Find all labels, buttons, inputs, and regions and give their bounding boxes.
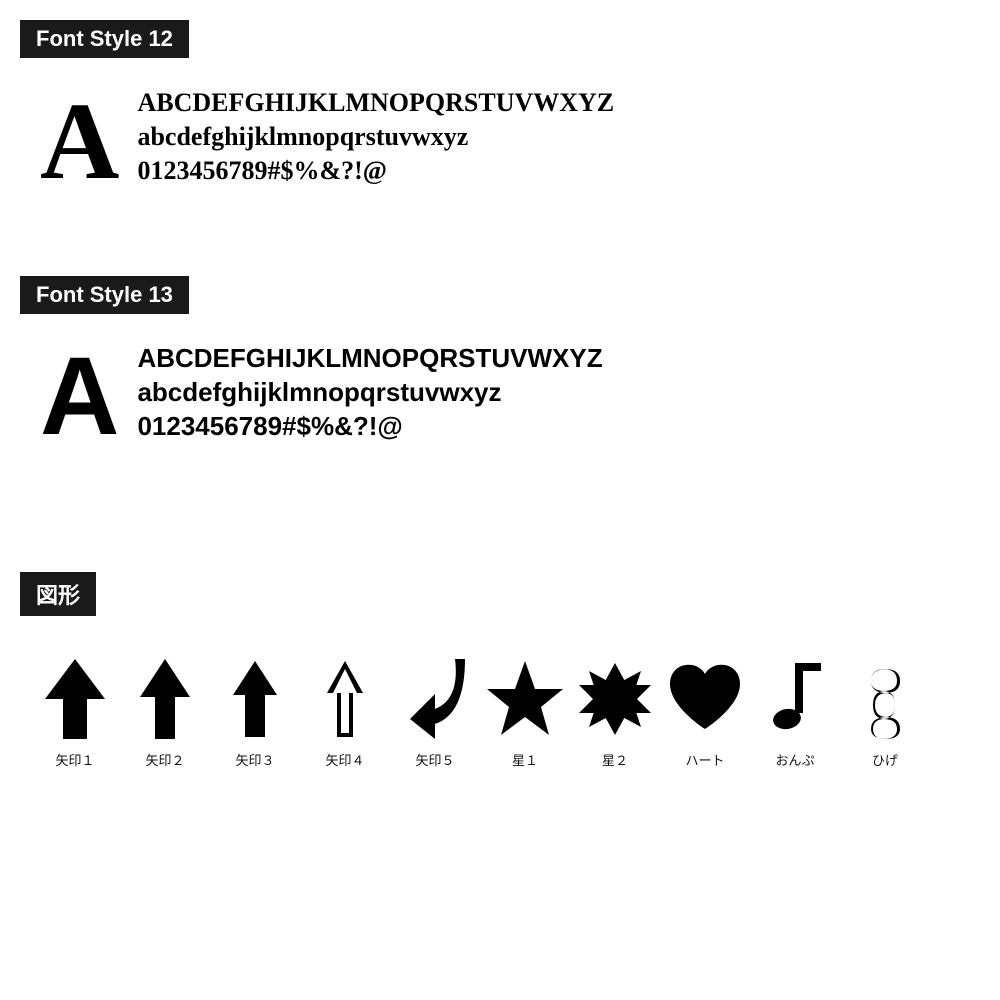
font-style-13-line-1: ABCDEFGHIJKLMNOPQRSTUVWXYZ <box>137 342 602 376</box>
shapes-grid: 矢印１ 矢印２ 矢 <box>20 634 980 779</box>
font-style-13-chars: ABCDEFGHIJKLMNOPQRSTUVWXYZ abcdefghijklm… <box>137 342 602 443</box>
font-style-13-section: Font Style 13 A ABCDEFGHIJKLMNOPQRSTUVWX… <box>20 276 980 472</box>
font-style-13-line-2: abcdefghijklmnopqrstuvwxyz <box>137 376 602 410</box>
hige-label: ひげ <box>872 750 898 769</box>
shape-yajirushi1: 矢印１ <box>30 654 120 769</box>
shape-yajirushi3: 矢印３ <box>210 654 300 769</box>
shapes-section: 図形 矢印１ 矢印２ <box>20 572 980 779</box>
font-style-12-line-1: ABCDEFGHIJKLMNOPQRSTUVWXYZ <box>137 86 614 120</box>
font-style-12-big-a: A <box>40 86 119 196</box>
font-style-12-line-2: abcdefghijklmnopqrstuvwxyz <box>137 120 614 154</box>
hige-icon <box>865 654 905 744</box>
font-style-12-line-3: 0123456789#$%&?!@ <box>137 154 614 188</box>
yajirushi5-label: 矢印５ <box>415 750 454 769</box>
yajirushi4-icon <box>327 654 363 744</box>
onpu-label: おんぷ <box>775 750 814 769</box>
hoshi1-icon <box>485 654 565 744</box>
page: Font Style 12 A ABCDEFGHIJKLMNOPQRSTUVWX… <box>0 0 1000 799</box>
yajirushi1-label: 矢印１ <box>55 750 94 769</box>
shape-hoshi2: 星２ <box>570 654 660 769</box>
shape-yajirushi2: 矢印２ <box>120 654 210 769</box>
yajirushi1-icon <box>45 654 105 744</box>
yajirushi4-label: 矢印４ <box>325 750 364 769</box>
font-style-13-demo: A ABCDEFGHIJKLMNOPQRSTUVWXYZ abcdefghijk… <box>20 332 980 472</box>
shape-haato: ハート <box>660 654 750 769</box>
font-style-12-label: Font Style 12 <box>20 20 189 58</box>
hoshi2-icon <box>575 654 655 744</box>
yajirushi5-icon <box>405 654 465 744</box>
font-style-13-big-a: A <box>40 342 119 452</box>
yajirushi2-label: 矢印２ <box>145 750 184 769</box>
hoshi2-label: 星２ <box>602 750 628 769</box>
shape-hige: ひげ <box>840 654 930 769</box>
hoshi1-label: 星１ <box>512 750 538 769</box>
shapes-label: 図形 <box>20 572 96 616</box>
font-style-13-label: Font Style 13 <box>20 276 189 314</box>
shape-yajirushi4: 矢印４ <box>300 654 390 769</box>
haato-icon <box>665 654 745 744</box>
shape-yajirushi5: 矢印５ <box>390 654 480 769</box>
shape-hoshi1: 星１ <box>480 654 570 769</box>
yajirushi2-icon <box>140 654 190 744</box>
font-style-12-section: Font Style 12 A ABCDEFGHIJKLMNOPQRSTUVWX… <box>20 20 980 216</box>
onpu-icon <box>765 654 825 744</box>
yajirushi3-label: 矢印３ <box>235 750 274 769</box>
font-style-12-chars: ABCDEFGHIJKLMNOPQRSTUVWXYZ abcdefghijklm… <box>137 86 614 187</box>
font-style-12-demo: A ABCDEFGHIJKLMNOPQRSTUVWXYZ abcdefghijk… <box>20 76 980 216</box>
font-style-13-line-3: 0123456789#$%&?!@ <box>137 410 602 444</box>
yajirushi3-icon <box>233 654 277 744</box>
haato-label: ハート <box>685 750 724 769</box>
shape-onpu: おんぷ <box>750 654 840 769</box>
